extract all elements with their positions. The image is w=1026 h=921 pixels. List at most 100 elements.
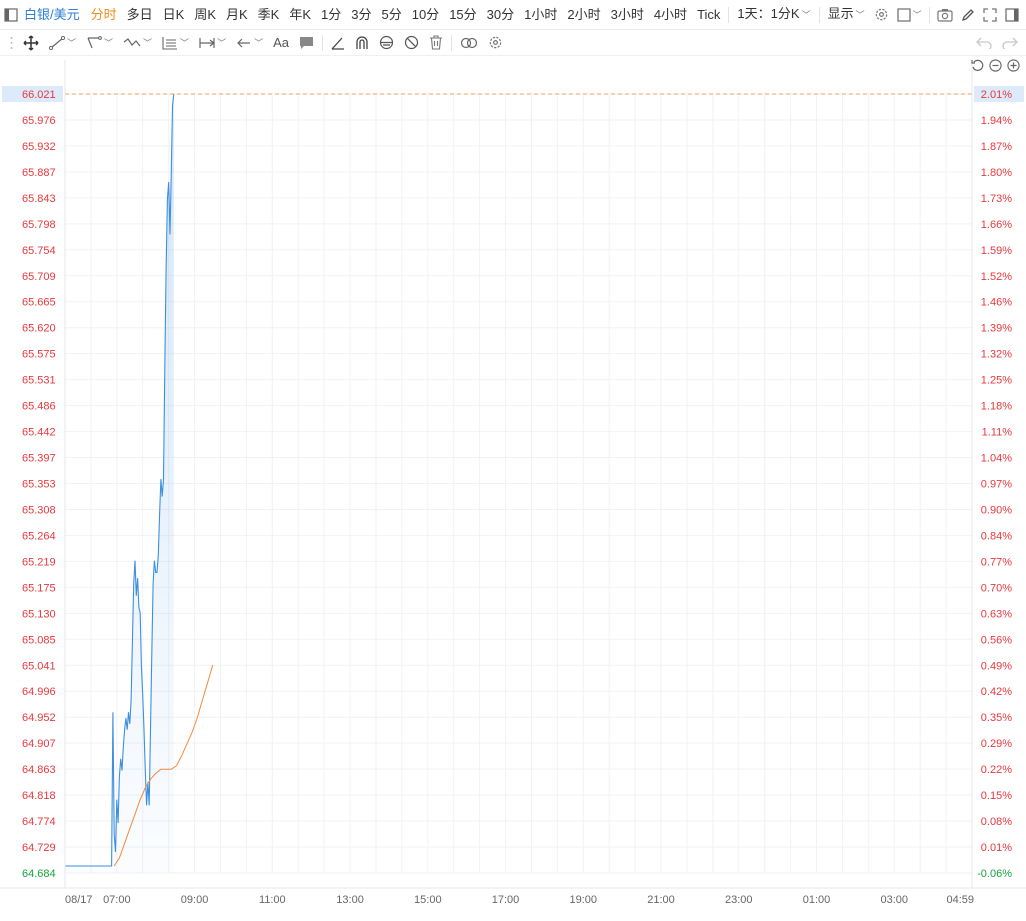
measure-tool[interactable]: ﹀ [194,30,231,56]
y-tick-label-right: 0.84% [981,530,1012,542]
period-tab[interactable]: 季K [253,0,285,30]
period-tab[interactable]: 多日 [122,0,158,30]
y-tick-label-left: 66.021 [22,89,56,101]
compare-tool[interactable] [455,30,483,56]
x-tick-label: 21:00 [647,894,675,906]
magnet-tool[interactable] [350,30,374,56]
period-tab[interactable]: Tick [692,0,725,30]
settings-gear-icon[interactable] [870,0,893,30]
camera-icon[interactable] [933,0,957,30]
arrow-left-icon [237,38,251,47]
chevron-down-icon: ﹀ [104,38,114,48]
period-tab[interactable]: 3小时 [606,0,649,30]
y-tick-label-right: 0.63% [981,608,1012,620]
y-tick-label-left: 65.442 [22,427,56,439]
y-tick-label-left: 65.887 [22,167,56,179]
y-tick-label-left: 65.085 [22,634,56,646]
channel-tool[interactable]: ﹀ [81,30,118,56]
period-tab[interactable]: 年K [284,0,316,30]
y-tick-label-right: 1.80% [981,167,1012,179]
period-tab[interactable]: 5分 [376,0,406,30]
hide-drawings-tool[interactable] [399,30,424,56]
y-tick-label-left: 64.863 [22,764,56,776]
period-tab[interactable]: 2小时 [562,0,605,30]
fibonacci-icon [162,36,178,50]
fibonacci-tool[interactable]: ﹀ [157,30,194,56]
lock-drawing-tool[interactable] [374,30,399,56]
period-tab[interactable]: 4小时 [649,0,692,30]
move-cross-icon[interactable] [18,30,44,56]
y-tick-label-left: 65.308 [22,504,56,516]
zoom-in-button[interactable] [1006,58,1020,72]
angle-tool[interactable] [326,30,350,56]
reset-zoom-button[interactable] [970,58,984,72]
chevron-down-icon: ﹀ [801,10,811,20]
pencil-icon[interactable] [957,0,979,30]
period-tab[interactable]: 15分 [444,0,481,30]
period-tab[interactable]: 周K [189,0,221,30]
period-tab[interactable]: 10分 [407,0,444,30]
period-tab[interactable]: 30分 [482,0,519,30]
y-tick-label-right: 0.42% [981,686,1012,698]
period-tab[interactable]: 3分 [346,0,376,30]
redo-icon [1002,37,1018,49]
delete-drawings-tool[interactable] [424,30,448,56]
wave-tool[interactable]: ﹀ [118,30,157,56]
chevron-down-icon: ﹀ [217,38,227,48]
x-tick-label: 07:00 [103,894,131,906]
chevron-down-icon: ﹀ [67,38,77,48]
y-tick-label-right: 0.77% [981,556,1012,568]
kline-setting-label: 1天：1分K [737,6,800,21]
drag-handle-icon[interactable] [0,30,18,56]
y-tick-label-right: 0.22% [981,764,1012,776]
period-tab[interactable]: 月K [221,0,253,30]
period-tab[interactable]: 1小时 [519,0,562,30]
x-tick-label: 13:00 [336,894,364,906]
y-tick-label-left: 64.684 [22,868,56,880]
sidebar-toggle-icon[interactable] [0,0,22,30]
y-tick-label-right: 1.32% [981,349,1012,361]
y-tick-label-right: 0.01% [981,842,1012,854]
toolbar-divider [928,6,930,23]
zoom-out-button[interactable] [988,58,1002,72]
y-tick-label-right: 0.49% [981,660,1012,672]
zoom-out-icon [988,58,1002,72]
y-tick-label-left: 65.531 [22,375,56,387]
toolbar-divider [322,34,323,51]
redo-button[interactable] [997,30,1026,56]
fullscreen-icon[interactable] [979,0,1001,30]
y-tick-label-right: 0.08% [981,816,1012,828]
y-tick-label-left: 65.754 [22,245,56,257]
chart-grid [64,93,973,874]
drawing-settings-tool[interactable] [483,30,508,56]
kline-setting-dropdown[interactable]: 1天：1分K ﹀ [732,0,815,30]
angle-icon [331,37,344,50]
symbol-name[interactable]: 白银/美元 [22,0,86,30]
trend-line-tool[interactable]: ﹀ [44,30,81,56]
period-tab[interactable]: 分时 [86,0,122,30]
display-dropdown[interactable]: 显示 ﹀ [823,0,870,30]
period-tab[interactable]: 1分 [316,0,346,30]
y-tick-label-left: 64.907 [22,738,56,750]
y-tick-label-right: 1.18% [981,401,1012,413]
y-tick-label-left: 65.620 [22,323,56,335]
layout-square-icon[interactable]: ﹀ [893,0,926,30]
y-tick-label-left: 64.729 [22,842,56,854]
y-tick-label-left: 65.041 [22,660,56,672]
y-tick-label-right: 1.94% [981,115,1012,127]
period-tab[interactable]: 日K [158,0,190,30]
undo-button[interactable] [971,30,997,56]
y-tick-label-right: 0.15% [981,790,1012,802]
text-tool[interactable]: Aa [268,30,294,56]
panel-toggle-icon[interactable] [1001,0,1023,30]
reset-icon [970,59,983,71]
y-tick-label-right: 0.70% [981,582,1012,594]
intraday-chart[interactable]: 66.021 65.976 65.932 65.887 65.843 65.798 65.7… [0,0,1026,921]
y-tick-label-left: 65.709 [22,271,56,283]
toolbar-divider [818,6,820,23]
comment-tool[interactable] [294,30,319,56]
y-tick-label-right: 1.59% [981,245,1012,257]
arrow-tool[interactable]: ﹀ [231,30,268,56]
y-tick-label-right: 1.39% [981,323,1012,335]
x-tick-label: 15:00 [414,894,442,906]
